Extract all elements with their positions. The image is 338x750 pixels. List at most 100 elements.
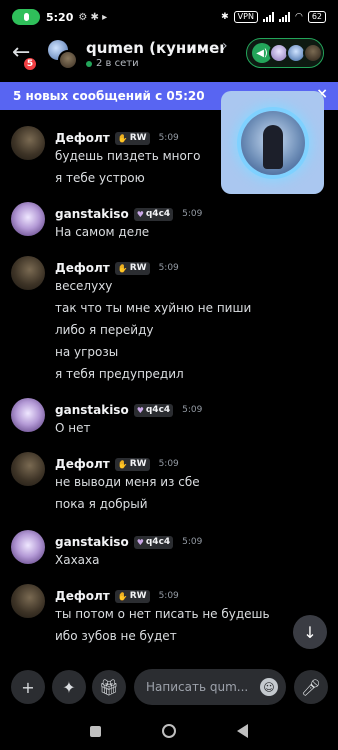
home-icon[interactable]: [161, 724, 176, 738]
message-text: на угрозы: [55, 345, 119, 359]
author-row: ganstakiso ♥ q4c4 5:09: [55, 403, 202, 417]
status-bar: 5:20 ⚙ ✱ ▸ ✱ VPN ◠ 62: [0, 0, 338, 34]
avatar: [58, 50, 78, 70]
author-row: Дефолт ✋ RW 5:09: [55, 457, 179, 471]
tag-label: q4c4: [145, 405, 171, 415]
server-tag: ♥ q4c4: [133, 535, 174, 549]
hand-icon: ✋: [117, 591, 128, 601]
message-time: 5:09: [182, 537, 203, 547]
message-text: ибо зубов не будет: [55, 629, 177, 643]
message-text: На самом деле: [55, 225, 150, 239]
system-nav-bar: [0, 712, 338, 750]
author-row: Дефолт ✋ RW 5:09: [55, 589, 179, 603]
back-nav-icon[interactable]: [236, 724, 248, 738]
gift-icon: 🎁︎: [98, 677, 120, 697]
tag-label: RW: [129, 459, 147, 469]
gift-button[interactable]: 🎁︎: [92, 670, 126, 704]
server-tag: ✋ RW: [114, 131, 150, 145]
recents-icon[interactable]: [90, 725, 102, 737]
message-time: 5:09: [182, 209, 203, 219]
tag-label: q4c4: [145, 209, 171, 219]
signal-icon: [262, 12, 274, 22]
message-text: так что ты мне хуйню не пиши: [55, 301, 252, 315]
message-time: 5:09: [158, 591, 179, 601]
heart-icon: ♥: [136, 209, 144, 219]
message-text: либо я перейду: [55, 323, 154, 337]
author-name[interactable]: ganstakiso: [55, 535, 129, 549]
message-placeholder: Написать qum...: [146, 680, 249, 694]
author-name[interactable]: ganstakiso: [55, 403, 129, 417]
message-text: ты потом о нет писать не будешь: [55, 607, 270, 621]
mic-button[interactable]: 🎤︎: [294, 670, 328, 704]
message-text: пока я добрый: [55, 497, 148, 511]
signal2-icon: [278, 12, 290, 22]
apps-icon: ✦: [62, 677, 76, 697]
status-time: 5:20: [46, 10, 74, 24]
avatar[interactable]: [11, 256, 45, 290]
voice-call-pill[interactable]: ◀): [246, 38, 324, 68]
server-tag: ♥ q4c4: [133, 403, 174, 417]
author-row: Дефолт ✋ RW 5:09: [55, 131, 179, 145]
message-text: я тебе устрою: [55, 171, 145, 185]
add-button[interactable]: +: [11, 670, 45, 704]
message-time: 5:09: [158, 459, 179, 469]
avatar[interactable]: [11, 530, 45, 564]
avatar[interactable]: [11, 584, 45, 618]
arrow-down-icon: ↓: [303, 622, 317, 642]
unread-badge: 5: [22, 56, 38, 72]
chat-header: ← 5 qumen (кунимен... › 2 в сети ◀): [0, 34, 338, 80]
heart-icon: ♥: [136, 537, 144, 547]
group-avatar[interactable]: [48, 40, 78, 70]
message-text: веселуху: [55, 279, 113, 293]
author-name[interactable]: Дефолт: [55, 457, 110, 471]
author-row: ganstakiso ♥ q4c4 5:09: [55, 535, 202, 549]
chevron-right-icon[interactable]: ›: [222, 38, 228, 54]
tag-label: RW: [129, 263, 147, 273]
message-text: будешь пиздеть много: [55, 149, 201, 163]
apps-button[interactable]: ✦: [52, 670, 86, 704]
message-time: 5:09: [158, 133, 179, 143]
mic-active-icon: [12, 9, 40, 25]
composer-bar: + ✦ 🎁︎ Написать qum... ☺ 🎤︎: [0, 662, 338, 710]
tag-label: RW: [129, 591, 147, 601]
bluetooth-icon: ✱: [221, 12, 229, 22]
tag-label: RW: [129, 133, 147, 143]
person-figure: [262, 124, 283, 169]
message-text: я тебя предупредил: [55, 367, 184, 381]
battery-icon: 62: [307, 11, 326, 23]
smile-icon[interactable]: ☺: [260, 678, 278, 696]
online-dot-icon: [86, 60, 92, 67]
vpn-badge: VPN: [233, 11, 258, 23]
avatar[interactable]: [11, 452, 45, 486]
avatar[interactable]: [11, 202, 45, 236]
status-notification-icons: ⚙ ✱ ▸: [78, 11, 108, 23]
author-name[interactable]: Дефолт: [55, 589, 110, 603]
author-name[interactable]: Дефолт: [55, 131, 110, 145]
message-input[interactable]: Написать qum... ☺: [134, 669, 286, 705]
scroll-down-button[interactable]: ↓: [293, 615, 327, 649]
author-name[interactable]: ganstakiso: [55, 207, 129, 221]
tag-label: q4c4: [145, 537, 171, 547]
wifi-icon: ◠: [294, 12, 303, 22]
message-text: не выводи меня из сбе: [55, 475, 200, 489]
heart-icon: ♥: [136, 405, 144, 415]
message-time: 5:09: [158, 263, 179, 273]
author-name[interactable]: Дефолт: [55, 261, 110, 275]
voice-pip-card[interactable]: [221, 91, 324, 194]
avatar[interactable]: [11, 126, 45, 160]
message-text: Хахаха: [55, 553, 100, 567]
status-right: ✱ VPN ◠ 62: [221, 11, 326, 23]
chat-title[interactable]: qumen (кунимен...: [86, 39, 224, 57]
hand-icon: ✋: [117, 133, 128, 143]
server-tag: ✋ RW: [114, 589, 150, 603]
new-messages-text: 5 новых сообщений с 05:20: [13, 89, 205, 103]
message-text: О нет: [55, 421, 91, 435]
hand-icon: ✋: [117, 263, 128, 273]
author-row: ganstakiso ♥ q4c4 5:09: [55, 207, 202, 221]
avatar: [303, 43, 323, 63]
mic-icon: 🎤︎: [300, 677, 322, 697]
avatar[interactable]: [11, 398, 45, 432]
avatar: [240, 110, 305, 175]
server-tag: ♥ q4c4: [133, 207, 174, 221]
online-count: 2 в сети: [96, 58, 139, 69]
